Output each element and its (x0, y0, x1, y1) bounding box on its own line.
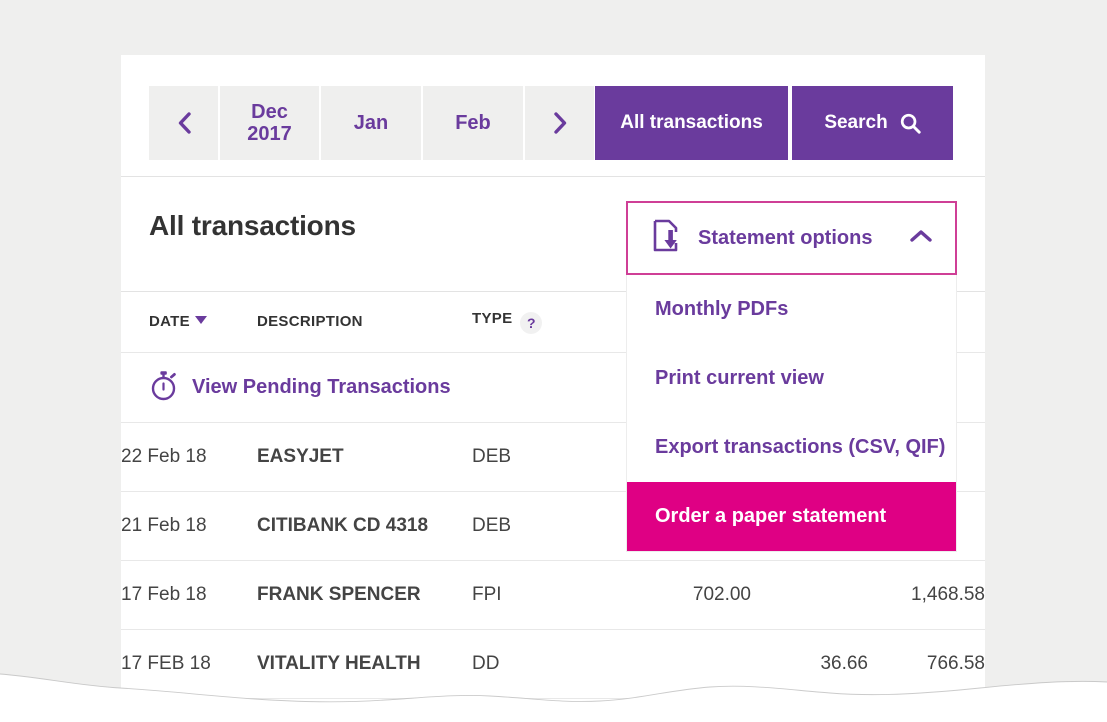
cell-balance: 766.58 (868, 629, 985, 699)
column-header-type[interactable]: TYPE? (472, 292, 605, 353)
chevron-up-icon (909, 228, 933, 249)
month-button-feb[interactable]: Feb (423, 86, 523, 160)
column-header-description[interactable]: DESCRIPTION (257, 292, 472, 353)
cell-description[interactable]: EASYJET (257, 422, 472, 492)
table-row[interactable]: 17 FEB 18 VITALITY HEALTH DD 36.66 766.5… (121, 629, 985, 699)
month-label: Feb (455, 111, 491, 134)
cell-type: DEB (472, 422, 605, 492)
month-label: Jan (353, 111, 389, 134)
statement-options-label: Statement options (698, 226, 873, 249)
all-transactions-label: All transactions (620, 112, 763, 133)
month-button-jan[interactable]: Jan (321, 86, 421, 160)
month-navigation: Dec 2017 Jan Feb (149, 86, 594, 160)
cell-date: 17 Feb 18 (121, 560, 257, 630)
cell-description[interactable]: VITALITY HEALTH (257, 629, 472, 699)
pending-transactions-label: View Pending Transactions (192, 375, 451, 398)
table-row[interactable]: 17 Feb 18 FRANK SPENCER FPI 702.00 1,468… (121, 560, 985, 630)
cell-type: FPI (472, 560, 605, 630)
all-transactions-button[interactable]: All transactions (595, 86, 788, 160)
cell-money-in (605, 629, 751, 699)
previous-month-button[interactable] (149, 86, 218, 160)
cell-money-in: 702.00 (605, 560, 751, 630)
column-header-date[interactable]: DATE (121, 292, 257, 353)
cell-description[interactable]: FRANK SPENCER (257, 560, 472, 630)
cell-date: 17 FEB 18 (121, 629, 257, 699)
column-header-description-label: DESCRIPTION (257, 313, 363, 331)
menu-item-export-transactions[interactable]: Export transactions (CSV, QIF) (627, 413, 956, 482)
chevron-right-icon (553, 112, 566, 134)
cell-date: 22 Feb 18 (121, 422, 257, 492)
document-download-icon (652, 219, 684, 258)
search-button[interactable]: Search (792, 86, 953, 160)
page-title: All transactions (149, 210, 356, 241)
column-header-date-label: DATE (149, 313, 190, 331)
menu-item-monthly-pdfs[interactable]: Monthly PDFs (627, 275, 956, 344)
stopwatch-icon (149, 369, 179, 406)
cell-description[interactable]: CITIBANK CD 4318 (257, 491, 472, 561)
column-header-type-label: TYPE (472, 309, 513, 327)
cell-money-out: 36.66 (751, 629, 868, 699)
cell-date: 21 Feb 18 (121, 491, 257, 561)
month-button-dec-2017[interactable]: Dec 2017 (220, 86, 319, 160)
toolbar-actions: All transactions Search (595, 86, 953, 160)
cell-type: DEB (472, 491, 605, 561)
statement-options-toggle[interactable]: Statement options (626, 201, 957, 275)
type-help-badge[interactable]: ? (520, 311, 543, 334)
cell-money-out (751, 560, 868, 630)
menu-item-order-paper-statement[interactable]: Order a paper statement (627, 482, 956, 551)
month-line-2: 2017 (247, 123, 292, 145)
statement-options-menu: Monthly PDFs Print current view Export t… (626, 275, 957, 552)
toolbar: Dec 2017 Jan Feb All transactions Search (121, 55, 985, 177)
next-month-button[interactable] (525, 86, 594, 160)
sort-descending-caret-icon (194, 316, 207, 325)
chevron-left-icon (178, 112, 191, 134)
cell-type: DD (472, 629, 605, 699)
search-label: Search (824, 112, 888, 133)
search-icon (900, 113, 921, 134)
statement-options-dropdown: Statement options Monthly PDFs Print cur… (626, 201, 957, 552)
month-line-1: Dec (251, 100, 288, 123)
menu-item-print-current-view[interactable]: Print current view (627, 344, 956, 413)
cell-balance: 1,468.58 (868, 560, 985, 630)
